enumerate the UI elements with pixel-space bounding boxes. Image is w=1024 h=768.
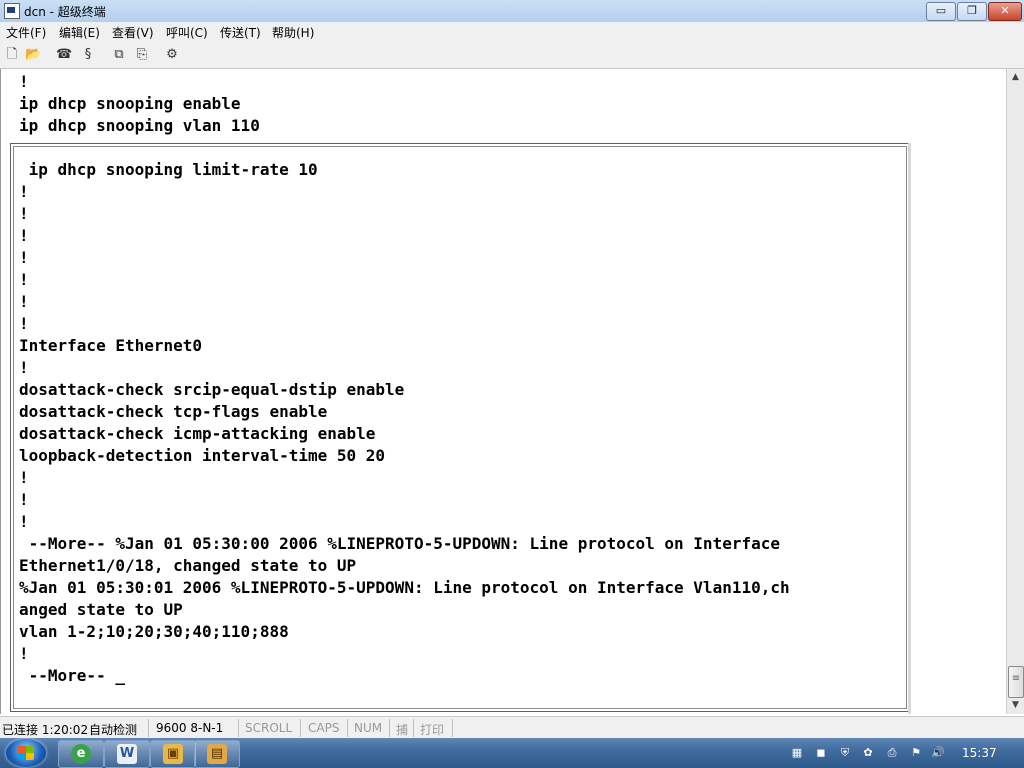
terminal-line: --More-- %Jan 01 05:30:00 2006 %LINEPROT…: [19, 534, 780, 553]
terminal-line: dosattack-check icmp-attacking enable: [19, 424, 376, 443]
dial-icon[interactable]: §: [80, 47, 96, 63]
terminal-line: ip dhcp snooping limit-rate 10: [19, 160, 318, 179]
maximize-button[interactable]: ❐: [957, 2, 987, 21]
num-lock-status: NUM: [354, 721, 383, 735]
terminal-line: !: [19, 314, 29, 333]
terminal-line: !: [19, 226, 29, 245]
terminal-line: !: [19, 270, 29, 289]
status-separator: [347, 719, 348, 737]
hyperterminal-app-icon[interactable]: [4, 3, 20, 19]
ie-icon: e: [71, 744, 91, 764]
terminal-line: !: [19, 182, 29, 201]
window-title: dcn - 超级终端: [24, 5, 106, 19]
caps-lock-status: CAPS: [308, 721, 340, 735]
baud-status: 9600 8-N-1: [156, 721, 224, 735]
toolbar: 🗋 📂 ☎ § ⧉ ⎘ ⚙: [0, 42, 1024, 69]
network-icon[interactable]: ▦: [790, 746, 804, 760]
terminal-frame-edge: [908, 143, 911, 714]
hyperterminal-icon: ▤: [207, 744, 227, 764]
scroll-thumb[interactable]: [1008, 666, 1024, 698]
terminal-line: anged state to UP: [19, 600, 183, 619]
send-icon[interactable]: ⧉: [111, 47, 127, 63]
terminal-line: vlan 1-2;10;20;30;40;110;888: [19, 622, 289, 641]
taskbar-package-button[interactable]: ▣: [150, 740, 196, 768]
close-button[interactable]: ✕: [988, 2, 1022, 21]
terminal-line: Interface Ethernet0: [19, 336, 203, 355]
terminal-line: !: [19, 248, 29, 267]
status-separator: [148, 719, 149, 737]
status-separator: [238, 719, 239, 737]
terminal-line: !: [19, 512, 29, 531]
terminal-line: !: [19, 490, 29, 509]
terminal-line: %Jan 01 05:30:01 2006 %LINEPROTO-5-UPDOW…: [19, 578, 790, 597]
minimize-button[interactable]: ▭: [926, 2, 956, 21]
terminal-line: ip dhcp snooping enable: [19, 94, 241, 113]
status-bar: 已连接 1:20:02 自动检测 9600 8-N-1 SCROLL CAPS …: [0, 716, 1024, 739]
status-separator: [413, 719, 414, 737]
scroll-lock-status: SCROLL: [245, 721, 293, 735]
detect-status: 自动检测: [89, 723, 138, 737]
print-status: 打印: [420, 723, 445, 737]
scroll-down-icon[interactable]: ▼: [1007, 697, 1024, 713]
open-icon[interactable]: 📂: [25, 47, 41, 63]
volume-icon[interactable]: 🔊: [931, 746, 945, 760]
word-icon: W: [117, 744, 137, 764]
menu-file[interactable]: 文件(F): [6, 24, 46, 41]
title-bar: dcn - 超级终端 ▭ ❐ ✕: [0, 0, 1024, 23]
taskbar-ie-button[interactable]: e: [58, 740, 104, 768]
start-button[interactable]: [6, 739, 46, 767]
properties-icon[interactable]: ⚙: [164, 47, 180, 63]
terminal-line: !: [19, 358, 29, 377]
vertical-scrollbar[interactable]: ▲ ▼: [1006, 69, 1024, 714]
terminal-line: dosattack-check tcp-flags enable: [19, 402, 328, 421]
status-separator: [452, 719, 453, 737]
status-separator: [389, 719, 390, 737]
terminal-line: !: [19, 644, 29, 663]
terminal-line: loopback-detection interval-time 50 20: [19, 446, 386, 465]
clipboard-icon[interactable]: ⎙: [885, 746, 899, 760]
capture-status: 捕: [396, 723, 409, 737]
status-separator: [300, 719, 301, 737]
menu-bar: 文件(F) 编辑(E) 查看(V) 呼叫(C) 传送(T) 帮助(H): [0, 22, 1024, 42]
terminal-line: --More-- _: [19, 666, 125, 685]
terminal-screen[interactable]: ! ip dhcp snooping enable ip dhcp snoopi…: [0, 69, 1007, 714]
connection-status: 已连接 1:20:02: [2, 723, 89, 737]
terminal-line: !: [19, 292, 29, 311]
menu-edit[interactable]: 编辑(E): [59, 24, 100, 41]
taskbar-word-button[interactable]: W: [104, 740, 150, 768]
receive-icon[interactable]: ⎘: [134, 47, 150, 63]
scroll-up-icon[interactable]: ▲: [1007, 69, 1024, 85]
terminal-line: ip dhcp snooping vlan 110: [19, 116, 260, 135]
menu-view[interactable]: 查看(V): [112, 24, 154, 41]
shield-icon[interactable]: ⛨: [838, 746, 852, 760]
flag-icon[interactable]: ⚑: [909, 746, 923, 760]
update-icon[interactable]: ✿: [861, 746, 875, 760]
terminal-line: !: [19, 204, 29, 223]
clock[interactable]: 15:37: [962, 746, 997, 760]
terminal-line: Ethernet1/0/18, changed state to UP: [19, 556, 357, 575]
taskbar: e W ▣ ▤ ▦ ◼ ⛨ ✿ ⎙ ⚑ 🔊 15:37: [0, 738, 1024, 768]
menu-transfer[interactable]: 传送(T): [220, 24, 261, 41]
taskbar-hyperterminal-button[interactable]: ▤: [194, 740, 240, 768]
terminal-line: !: [19, 468, 29, 487]
package-icon: ▣: [163, 744, 183, 764]
terminal-line: dosattack-check srcip-equal-dstip enable: [19, 380, 405, 399]
disconnect-icon[interactable]: ☎: [56, 47, 72, 63]
security-icon[interactable]: ◼: [814, 746, 828, 760]
menu-help[interactable]: 帮助(H): [272, 24, 314, 41]
menu-call[interactable]: 呼叫(C): [166, 24, 208, 41]
new-icon[interactable]: 🗋: [4, 47, 20, 63]
terminal-line: !: [19, 72, 29, 91]
